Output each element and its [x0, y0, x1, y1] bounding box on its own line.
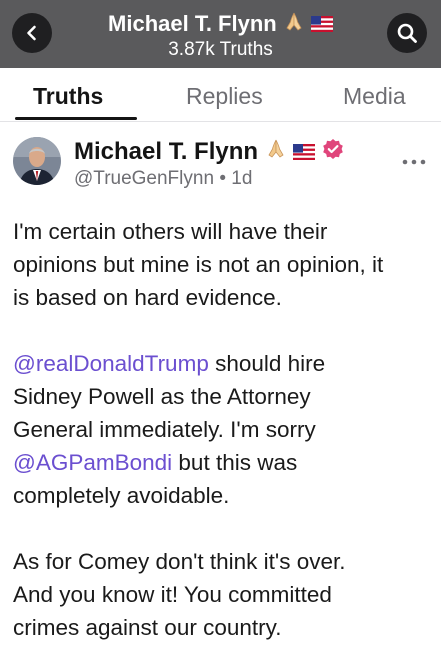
- post-line: completely avoidable.: [13, 483, 230, 508]
- post-line: @realDonaldTrump should hire: [13, 347, 433, 380]
- post-line: opinions but mine is not an opinion, it: [13, 252, 384, 277]
- search-button[interactable]: [387, 13, 427, 53]
- post-line: crimes against our country.: [13, 615, 282, 640]
- meta-separator: •: [219, 168, 226, 189]
- post-line: General immediately. I'm sorry: [13, 417, 316, 442]
- post-timestamp: 1d: [231, 168, 253, 189]
- profile-tabs: Truths Replies Media: [0, 68, 441, 122]
- search-icon: [397, 23, 417, 43]
- post-paragraph: I'm certain others will have their opini…: [13, 215, 433, 314]
- mention-link[interactable]: @realDonaldTrump: [13, 351, 209, 376]
- mention-link[interactable]: @AGPamBondi: [13, 450, 172, 475]
- post-author-handle[interactable]: @TrueGenFlynn: [74, 168, 214, 189]
- post-line: I'm certain others will have their: [13, 219, 328, 244]
- post-line: @AGPamBondi but this was: [13, 446, 433, 479]
- truth-count: 3.87k Truths: [168, 39, 273, 60]
- folded-hands-icon: [283, 11, 305, 39]
- tab-truths[interactable]: Truths: [33, 82, 103, 110]
- more-options-icon[interactable]: [401, 158, 427, 166]
- post-line: And you know it! You committed: [13, 582, 332, 607]
- post-meta: @TrueGenFlynn • 1d: [74, 168, 252, 190]
- post-author-name[interactable]: Michael T. Flynn: [74, 138, 258, 165]
- post-line: is based on hard evidence.: [13, 285, 282, 310]
- post-author-row: Michael T. Flynn: [74, 138, 344, 167]
- us-flag-icon: [293, 139, 316, 167]
- folded-hands-icon: [265, 138, 287, 167]
- post-text: should hire: [208, 351, 326, 376]
- post-paragraph: @realDonaldTrump should hire Sidney Powe…: [13, 347, 433, 512]
- us-flag-icon: [310, 12, 333, 38]
- avatar[interactable]: [13, 137, 61, 185]
- verified-badge-icon: [322, 138, 344, 167]
- header-title: Michael T. Flynn: [108, 11, 277, 36]
- post-line: Sidney Powell as the Attorney: [13, 384, 311, 409]
- post-line: As for Comey don't think it's over.: [13, 549, 346, 574]
- post-paragraph: As for Comey don't think it's over. And …: [13, 545, 433, 644]
- profile-header: Michael T. Flynn 3.87k Truths: [0, 0, 441, 68]
- post-body: I'm certain others will have their opini…: [13, 215, 433, 655]
- post-text: but this was: [172, 450, 298, 475]
- active-tab-indicator: [15, 117, 137, 120]
- header-title-row: Michael T. Flynn: [0, 11, 441, 39]
- tab-replies[interactable]: Replies: [186, 82, 263, 110]
- tab-media[interactable]: Media: [343, 82, 406, 110]
